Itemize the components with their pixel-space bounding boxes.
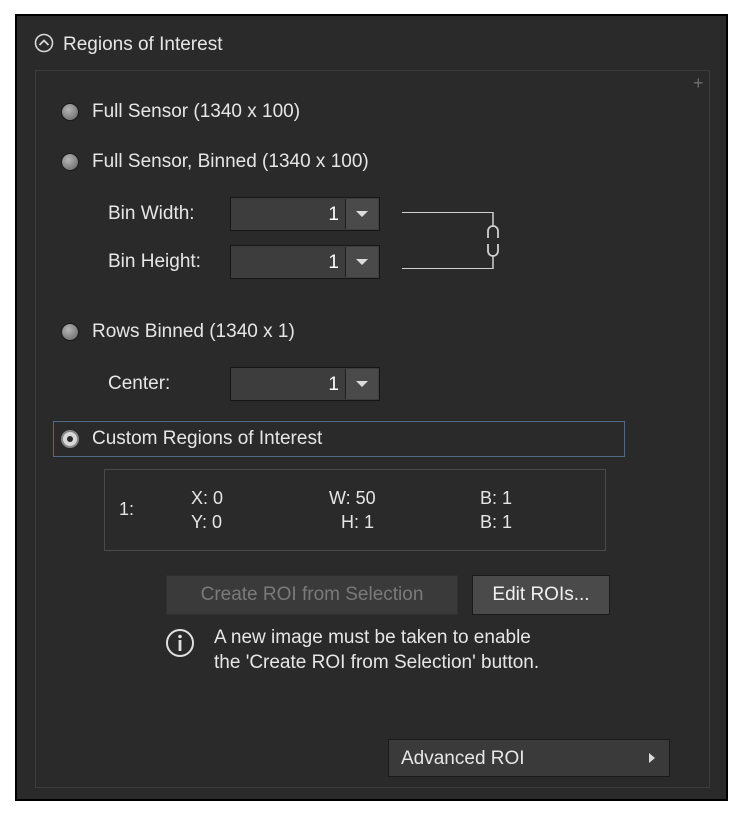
roi-options-group: + Full Sensor (1340 x 100) Full Sensor, …: [35, 70, 710, 788]
bin-width-label: Bin Width:: [108, 203, 195, 224]
roi-w: W: 50: [329, 488, 376, 508]
bin-width-combo[interactable]: 1: [230, 197, 380, 231]
roi-b2: B: 1: [480, 512, 513, 532]
roi-list: 1: X: 0 Y: 0 W: 50 H: 1 B: 1 B: 1: [104, 469, 606, 551]
radio-rows-binned[interactable]: [61, 323, 79, 341]
option-full-sensor-label: Full Sensor (1340 x 100): [92, 101, 301, 122]
bin-height-value: 1: [328, 252, 339, 273]
radio-full-sensor[interactable]: [61, 103, 79, 121]
edit-rois-button[interactable]: Edit ROIs...: [472, 575, 610, 615]
roi-x: X: 0: [191, 488, 224, 508]
plus-icon[interactable]: +: [693, 73, 704, 94]
option-rows-binned-label: Rows Binned (1340 x 1): [92, 321, 295, 342]
center-dropdown-icon[interactable]: [345, 369, 378, 399]
advanced-roi-label: Advanced ROI: [401, 748, 525, 769]
radio-custom-roi[interactable]: [61, 430, 79, 448]
bin-height-combo[interactable]: 1: [230, 245, 380, 279]
info-icon: [166, 629, 194, 657]
roi-y: Y: 0: [191, 512, 223, 532]
bin-width-value: 1: [328, 204, 339, 225]
radio-full-sensor-binned[interactable]: [61, 153, 79, 171]
roi-h: H: 1: [341, 512, 375, 532]
link-line-top: [402, 212, 493, 213]
create-roi-button[interactable]: Create ROI from Selection: [166, 575, 458, 615]
option-full-sensor[interactable]: Full Sensor (1340 x 100): [61, 101, 461, 125]
panel-title: Regions of Interest: [63, 34, 223, 55]
bin-width-dropdown-icon[interactable]: [345, 199, 378, 229]
roi-list-item[interactable]: 1: X: 0 Y: 0 W: 50 H: 1 B: 1 B: 1: [105, 470, 605, 550]
option-rows-binned[interactable]: Rows Binned (1340 x 1): [61, 321, 461, 345]
roi-b1: B: 1: [480, 488, 513, 508]
center-label: Center:: [108, 373, 171, 394]
roi-index: 1:: [119, 499, 135, 519]
chain-link-icon[interactable]: [483, 212, 503, 270]
info-message: A new image must be taken to enable the …: [214, 627, 540, 673]
option-full-sensor-binned-label: Full Sensor, Binned (1340 x 100): [92, 151, 369, 172]
bin-height-dropdown-icon[interactable]: [345, 247, 378, 277]
link-line-bottom: [402, 268, 493, 269]
bin-height-label: Bin Height:: [108, 251, 201, 272]
collapse-chevron-icon[interactable]: [34, 33, 54, 53]
advanced-roi-button[interactable]: Advanced ROI: [388, 739, 670, 777]
option-custom-roi[interactable]: Custom Regions of Interest: [53, 421, 625, 457]
option-custom-roi-label: Custom Regions of Interest: [92, 428, 323, 449]
roi-panel: Regions of Interest + Full Sensor (1340 …: [15, 14, 728, 801]
center-value: 1: [328, 374, 339, 395]
center-combo[interactable]: 1: [230, 367, 380, 401]
caret-right-icon: [649, 753, 655, 763]
option-full-sensor-binned[interactable]: Full Sensor, Binned (1340 x 100): [61, 151, 461, 175]
